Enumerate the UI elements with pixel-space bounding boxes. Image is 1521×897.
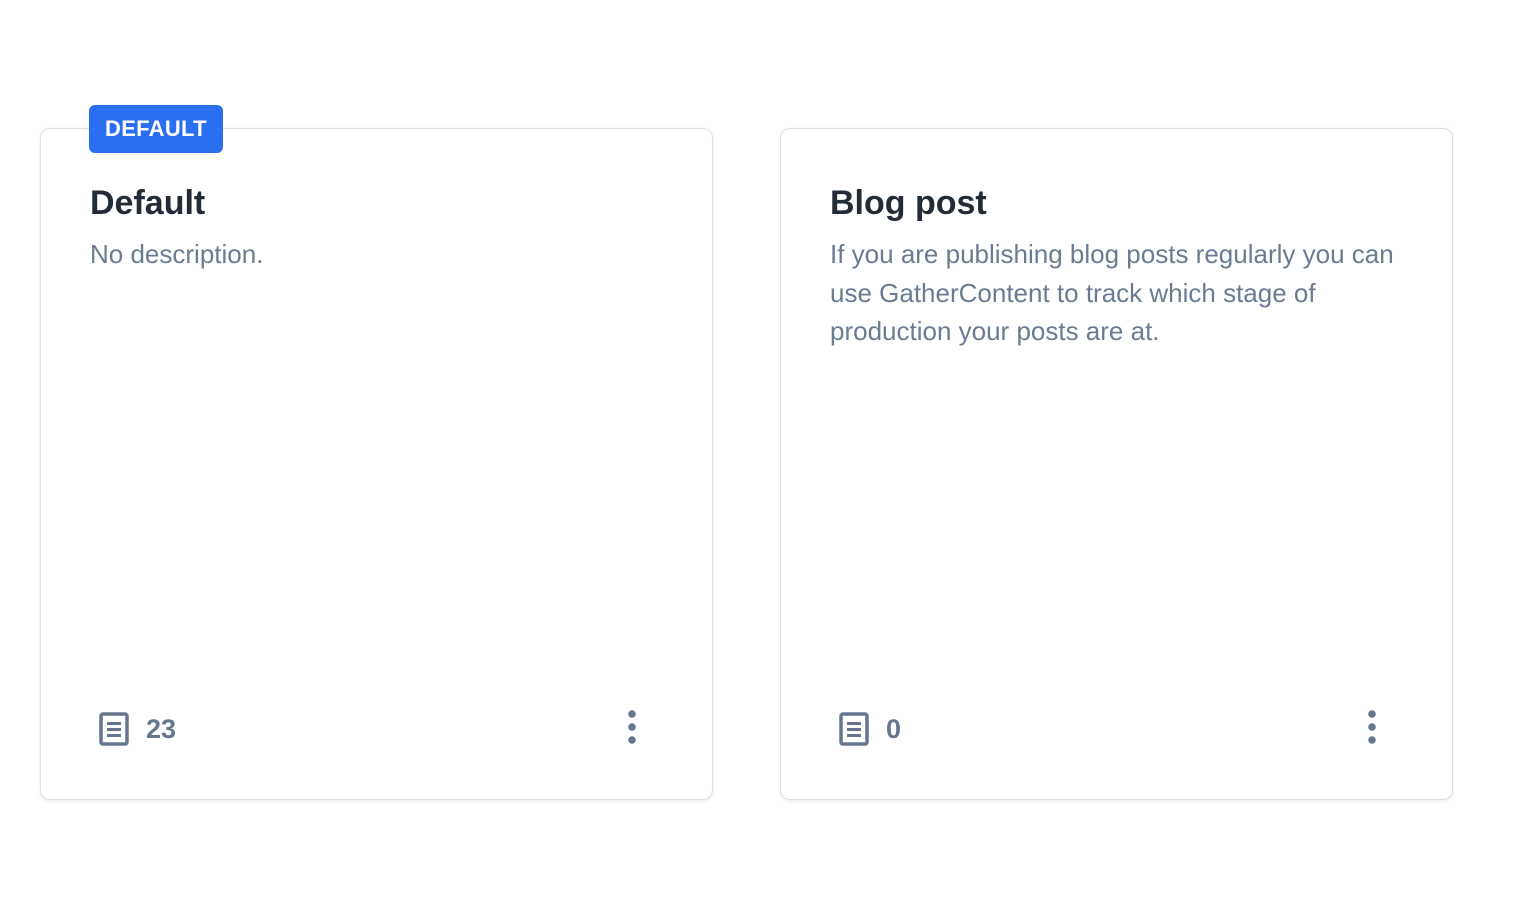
item-count: 23 (96, 711, 176, 747)
card-footer: 23 (96, 709, 650, 749)
card-footer: 0 (836, 709, 1390, 749)
more-vertical-icon (1367, 709, 1377, 749)
item-count-value: 23 (146, 713, 177, 744)
more-options-button[interactable] (1354, 709, 1390, 749)
more-options-button[interactable] (614, 709, 650, 749)
document-icon (96, 711, 132, 747)
item-count: 0 (836, 711, 901, 747)
card-description: No description. (90, 239, 264, 269)
card-description: If you are publishing blog posts regular… (830, 239, 1394, 346)
document-icon (836, 711, 872, 747)
default-badge: DEFAULT (89, 105, 223, 153)
item-count-value: 0 (886, 713, 902, 744)
card-title: Blog post (830, 184, 987, 222)
workflow-card[interactable]: Blog post If you are publishing blog pos… (780, 128, 1453, 800)
card-title: Default (90, 184, 206, 222)
workflow-card[interactable]: DEFAULT Default No description. 23 (40, 105, 713, 800)
more-vertical-icon (627, 709, 637, 749)
